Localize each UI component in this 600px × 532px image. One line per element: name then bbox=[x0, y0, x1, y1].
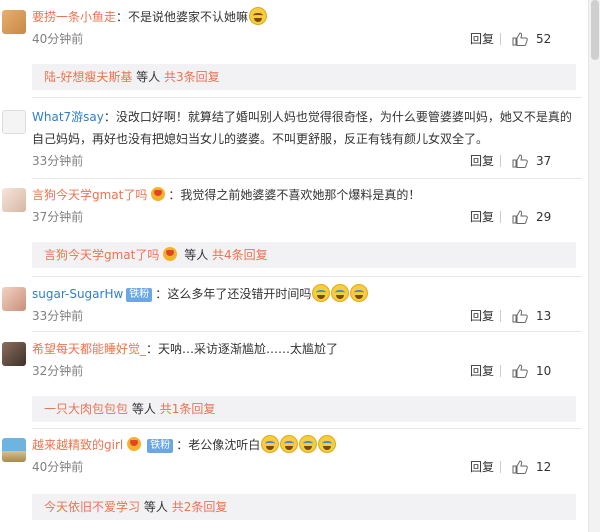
colon: ： bbox=[155, 287, 168, 301]
laugh-cry-emoji-icon bbox=[299, 435, 318, 453]
vip-crown-icon bbox=[163, 247, 178, 261]
avatar[interactable] bbox=[2, 438, 26, 462]
like-count: 52 bbox=[536, 32, 552, 46]
laugh-cry-emoji-icon bbox=[318, 435, 337, 453]
thumbs-up-icon bbox=[512, 460, 528, 474]
comment-time: 40分钟前 bbox=[32, 460, 84, 474]
comment-text: 老公像沈听白 bbox=[188, 438, 261, 452]
sub-replies-panel: 陆-好想瘦夫斯基 等人 共3条回复 bbox=[32, 64, 576, 90]
like-count: 10 bbox=[536, 364, 552, 378]
vip-crown-icon bbox=[127, 437, 142, 451]
sub-replies-panel: 一只大肉包包包 等人 共1条回复 bbox=[32, 396, 576, 422]
vertical-scrollbar[interactable] bbox=[588, 0, 600, 532]
avatar[interactable] bbox=[2, 110, 26, 134]
comment-time: 33分钟前 bbox=[32, 309, 84, 323]
sub-reply-count-link[interactable]: 共2条回复 bbox=[172, 500, 228, 514]
colon: ： bbox=[168, 188, 181, 202]
thumbs-up-icon bbox=[512, 32, 528, 46]
comment-feed: 要捞一条小鱼走：不是说他婆家不认她嘛 40分钟前 回复 52 陆-好想瘦夫斯基 … bbox=[0, 0, 588, 532]
sub-reply-users[interactable]: 今天依旧不爱学习 bbox=[44, 500, 140, 514]
divider bbox=[500, 461, 501, 473]
reply-button[interactable]: 回复 bbox=[470, 206, 494, 228]
sub-replies-panel: 今天依旧不爱学习 等人 共2条回复 bbox=[32, 494, 576, 520]
comment-text: 天呐…采访逐渐尴尬……太尴尬了 bbox=[158, 342, 339, 356]
laugh-cry-emoji-icon bbox=[280, 435, 299, 453]
sub-reply-others: 等人 bbox=[143, 500, 168, 514]
like-count: 13 bbox=[536, 309, 552, 323]
reply-button[interactable]: 回复 bbox=[470, 28, 494, 50]
reply-button[interactable]: 回复 bbox=[470, 305, 494, 327]
comment-username[interactable]: sugar-SugarHw bbox=[32, 287, 123, 301]
comment-time: 32分钟前 bbox=[32, 364, 84, 378]
divider bbox=[32, 331, 582, 332]
divider bbox=[32, 178, 582, 179]
reply-button[interactable]: 回复 bbox=[470, 150, 494, 172]
thumbs-up-icon bbox=[512, 154, 528, 168]
comment-time: 33分钟前 bbox=[32, 154, 84, 168]
colon: ： bbox=[103, 110, 116, 124]
like-count: 12 bbox=[536, 460, 552, 474]
colon: ： bbox=[146, 342, 159, 356]
avatar[interactable] bbox=[2, 10, 26, 34]
fan-badge: 铁粉 bbox=[126, 288, 153, 302]
thumbs-up-icon bbox=[512, 210, 528, 224]
like-count: 37 bbox=[536, 154, 552, 168]
grin-emoji-icon bbox=[249, 7, 268, 25]
laugh-cry-emoji-icon bbox=[331, 284, 350, 302]
reply-button[interactable]: 回复 bbox=[470, 456, 494, 478]
avatar[interactable] bbox=[2, 342, 26, 366]
divider bbox=[500, 155, 501, 167]
sub-reply-count-link[interactable]: 共1条回复 bbox=[160, 402, 216, 416]
sub-reply-users[interactable]: 陆-好想瘦夫斯基 bbox=[44, 70, 132, 84]
comment-username[interactable]: 要捞一条小鱼走 bbox=[32, 10, 116, 24]
thumbs-up-icon bbox=[512, 309, 528, 323]
sub-reply-others: 等人 bbox=[131, 402, 156, 416]
laugh-cry-emoji-icon bbox=[350, 284, 369, 302]
avatar[interactable] bbox=[2, 287, 26, 311]
colon: ： bbox=[116, 10, 129, 24]
scrollbar-thumb[interactable] bbox=[591, 0, 599, 60]
like-count: 29 bbox=[536, 210, 552, 224]
comment-text: 我觉得之前她婆婆不喜欢她那个爆料是真的！ bbox=[180, 188, 421, 202]
divider bbox=[32, 97, 582, 98]
divider bbox=[500, 33, 501, 45]
thumbs-up-icon bbox=[512, 364, 528, 378]
sub-reply-users[interactable]: 一只大肉包包包 bbox=[44, 402, 128, 416]
divider bbox=[500, 365, 501, 377]
fan-badge: 铁粉 bbox=[147, 439, 174, 453]
divider bbox=[500, 310, 501, 322]
comment-text: 这么多年了还没错开时间吗 bbox=[167, 287, 312, 301]
comment-username[interactable]: What7游say bbox=[32, 110, 104, 124]
comment-username[interactable]: 言狗今天学gmat了吗 bbox=[32, 188, 147, 202]
sub-reply-others: 等人 bbox=[136, 70, 161, 84]
comment-text: 不是说他婆家不认她嘛 bbox=[128, 10, 249, 24]
vip-crown-icon bbox=[151, 187, 166, 201]
sub-replies-panel: 言狗今天学gmat了吗 等人 共4条回复 bbox=[32, 242, 576, 268]
laugh-cry-emoji-icon bbox=[261, 435, 280, 453]
comment-username[interactable]: 越来越精致的girl bbox=[32, 438, 123, 452]
sub-reply-count-link[interactable]: 共4条回复 bbox=[212, 248, 268, 262]
comment-time: 37分钟前 bbox=[32, 210, 84, 224]
sub-reply-count-link[interactable]: 共3条回复 bbox=[164, 70, 220, 84]
divider bbox=[32, 428, 582, 429]
divider bbox=[32, 276, 582, 277]
sub-reply-users[interactable]: 言狗今天学gmat了吗 bbox=[44, 248, 159, 262]
reply-button[interactable]: 回复 bbox=[470, 360, 494, 382]
sub-reply-others: 等人 bbox=[184, 248, 209, 262]
comment-username[interactable]: 希望每天都能睡好觉_ bbox=[32, 342, 146, 356]
laugh-cry-emoji-icon bbox=[312, 284, 331, 302]
colon: ： bbox=[176, 438, 189, 452]
avatar[interactable] bbox=[2, 188, 26, 212]
comment-time: 40分钟前 bbox=[32, 32, 84, 46]
divider bbox=[500, 211, 501, 223]
